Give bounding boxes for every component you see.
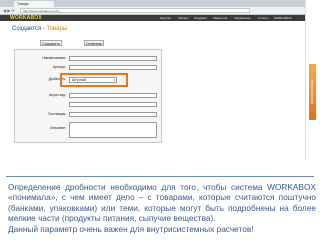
barcode-input[interactable] — [69, 93, 157, 98]
divisibility-highlight — [60, 73, 128, 87]
supplier-label: Поставщик: — [48, 112, 66, 116]
divisibility-label: Дробность: — [48, 77, 66, 81]
barcode-label: Штрих-код: — [48, 93, 66, 97]
breadcrumb-parent: Создается — [12, 26, 42, 32]
article-input[interactable] — [69, 65, 157, 70]
address-bar[interactable]: http://www.workabox.ru/?tq_... — [20, 8, 250, 13]
menu-item-management[interactable]: Управление — [234, 15, 251, 21]
caption-note: Данный параметр очень важен для внутриси… — [8, 224, 254, 234]
name-label: Наименование: — [42, 56, 66, 60]
cancel-button[interactable]: Отменить — [84, 40, 104, 46]
breadcrumb-separator: - — [42, 26, 45, 32]
side-label: Автоматизация — [310, 79, 314, 105]
extra-input[interactable] — [69, 102, 157, 107]
caption-divider — [6, 176, 314, 177]
nav-arrows-icon[interactable]: ◀ ▶ ⟳ — [3, 8, 15, 13]
page-title: Создается - Товары — [12, 26, 67, 32]
menu-item-stock[interactable]: Запасы — [178, 15, 188, 21]
name-input[interactable] — [69, 56, 157, 61]
menu-item-sales[interactable]: Продажи — [194, 15, 207, 21]
caption-paragraph: Определение дробности необходимо для тог… — [8, 182, 316, 224]
app-logo[interactable]: WORKABOX — [10, 15, 42, 21]
save-button[interactable]: Сохранить — [40, 40, 62, 46]
supplier-input[interactable] — [69, 112, 157, 117]
menu-item-reports[interactable]: Отчеты — [258, 15, 268, 21]
menu-item-workabox[interactable]: WORKABOX — [274, 15, 292, 21]
article-label: Артикул: — [52, 65, 66, 69]
menu-item-purchases[interactable]: Закупки — [160, 15, 171, 21]
description-label: Описание: — [49, 126, 66, 130]
menu-item-marketing[interactable]: Маркетинг — [213, 15, 228, 21]
description-textarea[interactable] — [69, 122, 157, 138]
breadcrumb-current: Товары — [46, 26, 68, 32]
